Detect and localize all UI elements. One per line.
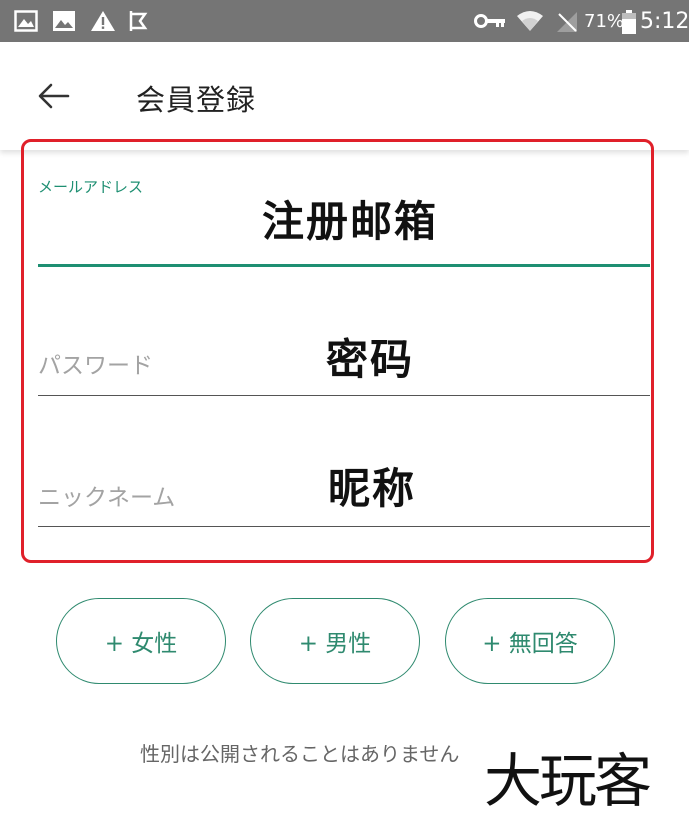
battery-percent: 71% [584,11,625,32]
wifi-icon [517,11,543,31]
picture-icon [53,11,75,31]
page-title: 会員登録 [136,83,257,117]
nickname-field-underline [38,526,650,527]
gender-male-label: + 男性 [298,631,372,657]
app-bar: 会員登録 [0,42,689,150]
password-field-underline [38,395,650,396]
gender-no-answer-button[interactable]: + 無回答 [445,598,615,684]
gender-female-button[interactable]: + 女性 [56,598,226,684]
gender-male-button[interactable]: + 男性 [250,598,420,684]
email-field-underline [38,264,650,267]
warning-icon [91,11,115,31]
watermark: 大玩客 [484,747,652,815]
no-sim-icon [557,12,577,32]
gender-privacy-note: 性別は公開されることはありません [140,742,460,766]
cast-icon [129,11,148,31]
password-field[interactable] [38,300,650,396]
back-arrow-icon[interactable] [34,76,74,116]
gender-no-answer-label: + 無回答 [482,631,578,657]
email-field[interactable] [38,170,650,268]
battery-icon [622,10,636,34]
vpn-key-icon [474,14,505,28]
gender-female-label: + 女性 [104,631,178,657]
status-bar: 71% 5:12 [0,0,689,42]
nickname-field[interactable] [38,430,650,526]
image-icon [14,10,38,32]
clock: 5:12 [640,9,689,34]
